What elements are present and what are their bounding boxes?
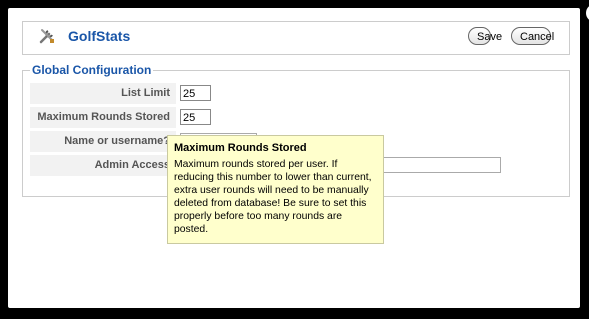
header-bar: GolfStats Save Cancel	[22, 21, 570, 55]
row-label-name-or-username: Name or username?	[30, 131, 176, 152]
app-title: GolfStats	[68, 28, 131, 44]
tooltip-text: Maximum rounds stored per user. If reduc…	[174, 159, 372, 235]
tooltip-title: Maximum Rounds Stored	[174, 142, 307, 154]
list-limit-input[interactable]: 25	[180, 85, 211, 101]
maximum-rounds-input[interactable]: 25	[180, 109, 211, 125]
close-icon[interactable]	[584, 2, 589, 24]
row-label-list-limit: List Limit	[30, 83, 176, 104]
cancel-button[interactable]: Cancel	[511, 27, 554, 45]
fieldset-legend: Global Configuration	[30, 63, 154, 77]
row-label-maximum-rounds: Maximum Rounds Stored	[30, 107, 176, 128]
tools-icon	[39, 29, 54, 44]
help-tooltip: Maximum Rounds Stored Maximum rounds sto…	[167, 135, 384, 244]
modal-window: GolfStats Save Cancel Global Configurati…	[8, 2, 589, 308]
row-label-admin-access: Admin Access	[30, 155, 176, 176]
save-button[interactable]: Save	[468, 27, 502, 45]
